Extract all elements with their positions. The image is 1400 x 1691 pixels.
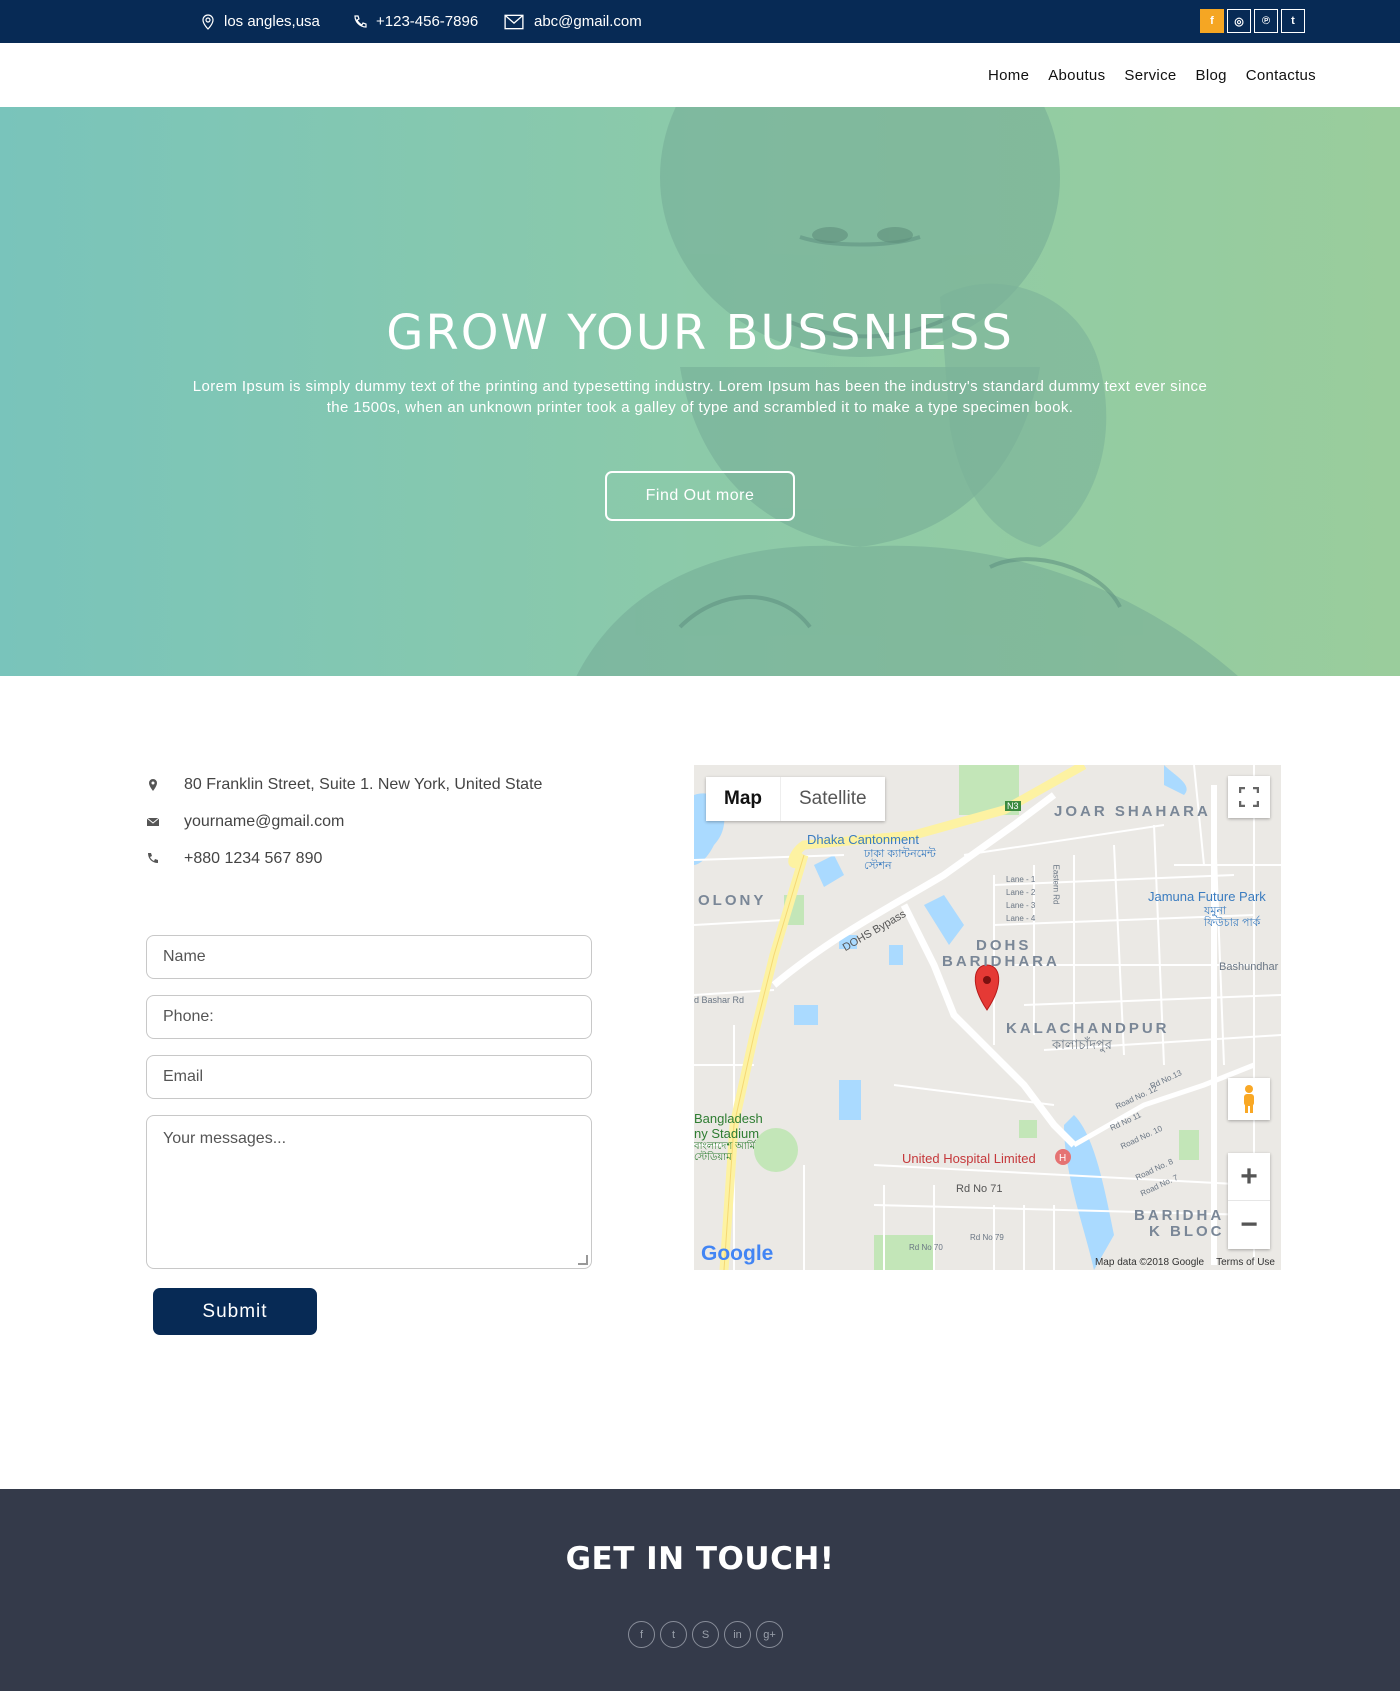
message-textarea[interactable]: Your messages... xyxy=(146,1115,592,1269)
map-label-colony: OLONY xyxy=(698,892,767,909)
hero-title: GROW YOUR BUSSNIESS xyxy=(386,305,1014,361)
contact-info: 80 Franklin Street, Suite 1. New York, U… xyxy=(146,766,542,877)
map-label-lane-4: Lane - 4 xyxy=(1006,914,1036,923)
facebook-icon[interactable]: f xyxy=(628,1621,655,1648)
map-label-baridhara-k-1: BARIDHA xyxy=(1134,1207,1225,1224)
email-placeholder: Email xyxy=(163,1068,204,1085)
map-label-baridhara-k-2: K BLOC xyxy=(1149,1223,1225,1240)
map-pin-icon xyxy=(202,13,214,30)
linkedin-icon[interactable]: in xyxy=(724,1621,751,1648)
hero-description: Lorem Ipsum is simply dummy text of the … xyxy=(192,378,1208,416)
top-social-links: f ◎ ℗ t xyxy=(1200,9,1305,33)
map-label-baridhara: BARIDHARA xyxy=(942,953,1060,970)
footer-title: GET IN TOUCH! xyxy=(565,1541,835,1577)
phone-row: +880 1234 567 890 xyxy=(146,840,542,877)
map-label-stadium-2: ny Stadium xyxy=(694,1126,760,1141)
email-text: yourname@gmail.com xyxy=(184,812,345,830)
phone-text: +880 1234 567 890 xyxy=(184,849,323,867)
map-label-rd-70: Rd No 70 xyxy=(909,1243,943,1252)
map-data-text: Map data ©2018 Google xyxy=(1094,1257,1205,1268)
phone-input[interactable]: Phone: xyxy=(146,995,592,1039)
google-logo-text: Google xyxy=(701,1242,774,1265)
zoom-in-button[interactable]: + xyxy=(1228,1153,1270,1201)
map-label-stadium-bn: বাংলাদেশ আর্মি স্টেডিয়াম xyxy=(694,1141,756,1163)
email-item: abc@gmail.com xyxy=(504,0,642,43)
phone-icon xyxy=(148,852,158,863)
contact-form: Name Phone: Email Your messages... xyxy=(146,935,592,1285)
nav-blog[interactable]: Blog xyxy=(1196,67,1227,84)
pegman-icon xyxy=(1244,1085,1254,1113)
email-text: abc@gmail.com xyxy=(534,13,642,30)
twitter-icon[interactable]: t xyxy=(660,1621,687,1648)
map-marker-icon xyxy=(149,778,157,791)
map-label-kalachandpur-bn: কালাচাঁদপুর xyxy=(1052,1037,1112,1052)
street-view-pegman[interactable] xyxy=(1228,1078,1270,1120)
address-text: 80 Franklin Street, Suite 1. New York, U… xyxy=(184,775,543,793)
name-placeholder: Name xyxy=(163,948,206,965)
hero-banner: GROW YOUR BUSSNIESS Lorem Ipsum is simpl… xyxy=(0,107,1400,676)
map-label-dhaka-cantonment-bn: ঢাকা ক্যান্টনমেন্ট স্টেশন xyxy=(864,848,936,872)
footer-social-links: f t S in g+ xyxy=(628,1621,783,1648)
envelope-icon xyxy=(504,14,524,29)
phone-text: +123-456-7896 xyxy=(376,13,479,30)
google-map[interactable]: H Map Satellite + − JOAR SHAHARA Dhaka C… xyxy=(694,765,1281,1270)
google-plus-icon[interactable]: g+ xyxy=(756,1621,783,1648)
facebook-icon[interactable]: f xyxy=(1200,9,1224,33)
map-label-united-hospital: United Hospital Limited xyxy=(902,1151,1036,1166)
message-placeholder: Your messages... xyxy=(163,1130,287,1147)
map-label-bashundhara: Bashundhar xyxy=(1219,961,1279,973)
map-label-n3: N3 xyxy=(1005,801,1021,811)
map-label-jamuna-future-park: Jamuna Future Park xyxy=(1148,889,1266,904)
zoom-control: + − xyxy=(1228,1153,1270,1249)
submit-button[interactable]: Submit xyxy=(153,1288,317,1335)
map-attribution: Map data ©2018 Google Terms of Use xyxy=(1095,1257,1275,1268)
map-tab[interactable]: Map xyxy=(706,777,780,821)
map-label-lane-3: Lane - 3 xyxy=(1006,901,1036,910)
zoom-out-button[interactable]: − xyxy=(1228,1201,1270,1249)
map-label-lane-1: Lane - 1 xyxy=(1006,875,1036,884)
phone-icon xyxy=(354,14,367,28)
phone-item: +123-456-7896 xyxy=(352,0,478,43)
email-input[interactable]: Email xyxy=(146,1055,592,1099)
footer: GET IN TOUCH! f t S in g+ xyxy=(0,1489,1400,1691)
find-out-more-button[interactable]: Find Out more xyxy=(605,471,795,521)
nav-home[interactable]: Home xyxy=(988,67,1029,84)
main-navigation: Home Aboutus Service Blog Contactus xyxy=(0,43,1400,107)
instagram-icon[interactable]: ◎ xyxy=(1227,9,1251,33)
envelope-icon xyxy=(146,817,160,826)
nav-service[interactable]: Service xyxy=(1124,67,1176,84)
skype-icon[interactable]: S xyxy=(692,1621,719,1648)
map-label-rd-79: Rd No 79 xyxy=(970,1233,1004,1242)
location-text: los angles,usa xyxy=(224,13,320,30)
map-label-stadium-1: Bangladesh xyxy=(694,1111,763,1126)
name-input[interactable]: Name xyxy=(146,935,592,979)
email-row: yourname@gmail.com xyxy=(146,803,542,840)
nav-contactus[interactable]: Contactus xyxy=(1246,67,1316,84)
pinterest-icon[interactable]: ℗ xyxy=(1254,9,1278,33)
resize-handle-icon[interactable] xyxy=(578,1255,588,1265)
location-item: los angles,usa xyxy=(200,0,320,43)
top-info-bar: los angles,usa +123-456-7896 abc@gmail.c… xyxy=(0,0,1400,43)
map-type-tabs: Map Satellite xyxy=(706,777,885,821)
map-label-joar-shahara: JOAR SHAHARA xyxy=(1054,803,1211,820)
map-label-bashar-rd: d Bashar Rd xyxy=(694,995,745,1005)
fullscreen-button[interactable] xyxy=(1228,776,1270,818)
map-label-lane-2: Lane - 2 xyxy=(1006,888,1036,897)
google-logo: Google xyxy=(701,1242,773,1266)
map-label-rd-71: Rd No 71 xyxy=(956,1183,1003,1195)
twitter-icon[interactable]: t xyxy=(1281,9,1305,33)
map-label-eastern-rd: Eastern Rd xyxy=(1051,864,1061,905)
map-label-dhaka-cantonment: Dhaka Cantonment xyxy=(807,832,920,847)
fullscreen-icon xyxy=(1239,787,1259,807)
phone-placeholder: Phone: xyxy=(163,1008,214,1025)
map-label-jamuna-bn: যমুনা ফিউচার পার্ক xyxy=(1204,905,1261,929)
terms-of-use-link[interactable]: Terms of Use xyxy=(1216,1257,1275,1268)
nav-aboutus[interactable]: Aboutus xyxy=(1048,67,1105,84)
satellite-tab[interactable]: Satellite xyxy=(780,777,885,821)
svg-text:H: H xyxy=(1059,1153,1066,1164)
address-row: 80 Franklin Street, Suite 1. New York, U… xyxy=(146,766,542,803)
map-label-kalachandpur: KALACHANDPUR xyxy=(1006,1020,1170,1037)
map-label-dohs: DOHS xyxy=(976,937,1032,954)
